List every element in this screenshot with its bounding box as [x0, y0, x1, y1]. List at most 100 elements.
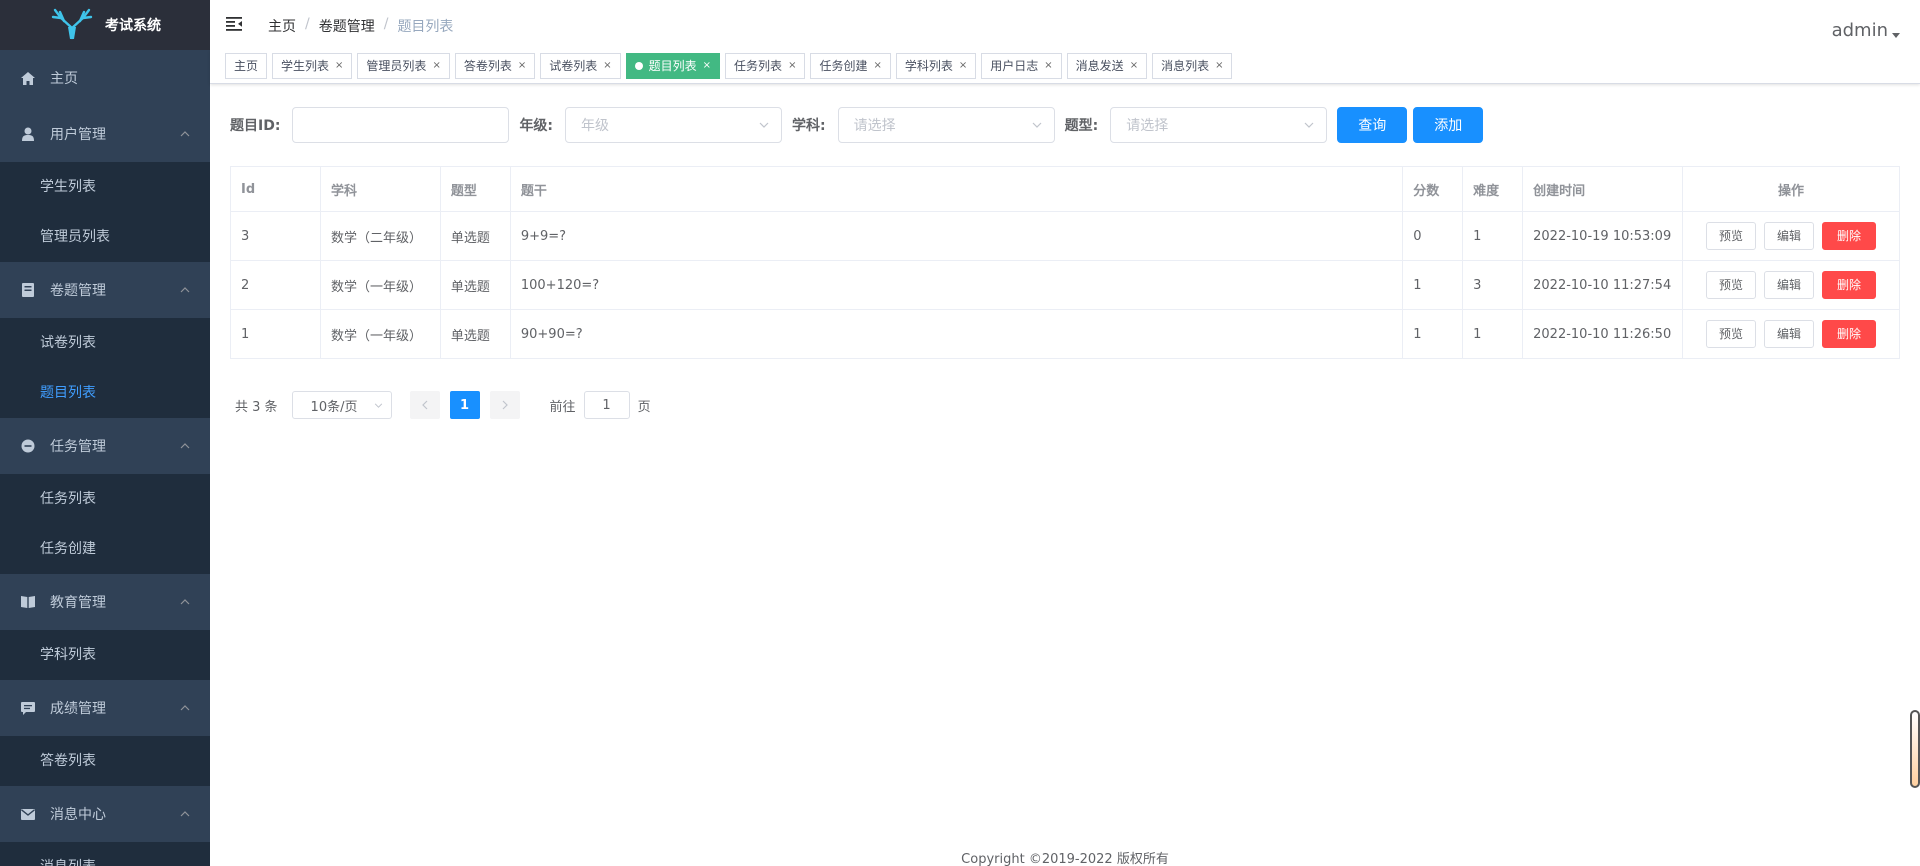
- col-header-id: Id: [230, 166, 321, 212]
- user-menu[interactable]: admin: [1832, 20, 1888, 41]
- menu-paper-management[interactable]: 卷题管理: [0, 262, 210, 318]
- preview-button[interactable]: 预览: [1706, 222, 1757, 250]
- page-number-current[interactable]: 1: [449, 391, 480, 419]
- cell-stem: 100+120=?: [509, 260, 1404, 310]
- subject-select[interactable]: 请选择: [837, 107, 1055, 143]
- chevron-up-icon: [180, 443, 190, 449]
- table-row: 1 数学（一年级） 单选题 90+90=? 1 1 2022-10-10 11:…: [230, 309, 1900, 359]
- goto-suffix: 页: [637, 399, 651, 415]
- tag-student-list[interactable]: 学生列表 ×: [272, 53, 353, 79]
- edit-button[interactable]: 编辑: [1764, 320, 1815, 348]
- goto-page-input[interactable]: 1: [583, 391, 630, 419]
- tag-label: 题目列表: [648, 59, 697, 73]
- tag-message-list[interactable]: 消息列表 ×: [1152, 53, 1233, 79]
- chevron-down-icon: [1032, 122, 1042, 128]
- close-icon[interactable]: ×: [603, 54, 611, 78]
- cell-id: 2: [230, 260, 321, 310]
- cell-score: 1: [1402, 260, 1464, 310]
- sidebar-item-answer-sheet-list[interactable]: 答卷列表: [0, 736, 210, 786]
- tag-label: 用户日志: [990, 59, 1039, 73]
- tag-label: 学生列表: [281, 59, 330, 73]
- close-icon[interactable]: ×: [518, 54, 526, 78]
- tag-home[interactable]: 主页: [225, 53, 268, 79]
- home-icon: [20, 70, 36, 86]
- close-icon[interactable]: ×: [873, 54, 881, 78]
- sidebar-item-admin-list[interactable]: 管理员列表: [0, 212, 210, 262]
- filter-form: 题目ID: 年级: 年级 学科: 请选择 题型: 请选择 查询 添加: [230, 105, 1900, 145]
- tag-message-send[interactable]: 消息发送 ×: [1066, 53, 1148, 79]
- breadcrumb-current: 题目列表: [397, 19, 454, 35]
- tag-task-create[interactable]: 任务创建 ×: [810, 53, 891, 79]
- sidebar-item-subject-list[interactable]: 学科列表: [0, 630, 210, 680]
- sidebar-item-message-list[interactable]: 消息列表: [0, 842, 210, 866]
- sidebar-item-question-list[interactable]: 题目列表: [0, 368, 210, 418]
- tag-task-list[interactable]: 任务列表 ×: [725, 53, 806, 79]
- subject-label: 学科:: [792, 118, 826, 134]
- submenu-user-management: 学生列表 管理员列表: [0, 162, 210, 262]
- sidebar-item-task-create[interactable]: 任务创建: [0, 524, 210, 574]
- delete-button[interactable]: 删除: [1822, 320, 1877, 348]
- table-header-row: Id 学科 题型 题干 分数 难度 创建时间 操作: [230, 166, 1900, 212]
- grade-label: 年级:: [519, 118, 554, 134]
- delete-button[interactable]: 删除: [1822, 271, 1877, 299]
- close-icon[interactable]: ×: [703, 54, 711, 78]
- cell-subject: 数学（一年级）: [319, 309, 441, 359]
- menu-message-center[interactable]: 消息中心: [0, 786, 210, 842]
- delete-button[interactable]: 删除: [1822, 222, 1877, 250]
- sidebar-item-paper-list[interactable]: 试卷列表: [0, 318, 210, 368]
- preview-button[interactable]: 预览: [1706, 320, 1757, 348]
- close-icon[interactable]: ×: [1130, 54, 1138, 78]
- breadcrumb-home[interactable]: 主页: [268, 16, 296, 36]
- edit-button[interactable]: 编辑: [1764, 271, 1815, 299]
- close-icon[interactable]: ×: [1044, 54, 1052, 78]
- cell-difficulty: 1: [1462, 211, 1524, 261]
- chevron-up-icon: [180, 599, 190, 605]
- tag-user-log[interactable]: 用户日志 ×: [981, 53, 1062, 79]
- question-id-input[interactable]: [292, 107, 510, 143]
- breadcrumb-paper-management[interactable]: 卷题管理: [319, 16, 375, 36]
- sidebar-item-student-list[interactable]: 学生列表: [0, 162, 210, 212]
- preview-button[interactable]: 预览: [1706, 271, 1757, 299]
- close-icon[interactable]: ×: [335, 54, 343, 78]
- add-button[interactable]: 添加: [1413, 107, 1484, 143]
- query-button[interactable]: 查询: [1337, 107, 1408, 143]
- prev-page-button[interactable]: [409, 391, 440, 419]
- menu-education-management[interactable]: 教育管理: [0, 574, 210, 630]
- menu-home[interactable]: 主页: [0, 50, 210, 106]
- edit-button[interactable]: 编辑: [1764, 222, 1815, 250]
- grade-select[interactable]: 年级: [565, 107, 783, 143]
- menu-education-management-label: 教育管理: [50, 595, 106, 611]
- hamburger-icon[interactable]: [226, 17, 242, 31]
- table-row: 2 数学（一年级） 单选题 100+120=? 1 3 2022-10-10 1…: [230, 260, 1900, 310]
- tag-admin-list[interactable]: 管理员列表 ×: [357, 53, 450, 79]
- next-page-button[interactable]: [489, 391, 520, 419]
- tag-answer-sheet-list[interactable]: 答卷列表 ×: [454, 53, 536, 79]
- menu-task-management[interactable]: 任务管理: [0, 418, 210, 474]
- caret-down-icon[interactable]: [1892, 33, 1900, 38]
- page-size-select[interactable]: 10条/页: [291, 391, 392, 419]
- cell-subject: 数学（二年级）: [319, 211, 441, 261]
- chevron-left-icon: [421, 400, 427, 410]
- close-icon[interactable]: ×: [788, 54, 796, 78]
- tag-paper-list[interactable]: 试卷列表 ×: [540, 53, 621, 79]
- submenu-message-center: 消息列表: [0, 842, 210, 866]
- cell-created: 2022-10-10 11:27:54: [1522, 260, 1684, 310]
- logo[interactable]: 考试系统: [0, 0, 210, 50]
- tag-subject-list[interactable]: 学科列表 ×: [895, 53, 977, 79]
- sidebar-item-task-list[interactable]: 任务列表: [0, 474, 210, 524]
- type-select[interactable]: 请选择: [1110, 107, 1328, 143]
- tag-question-list[interactable]: 题目列表 ×: [625, 53, 721, 79]
- goto-prefix: 前往: [549, 399, 576, 415]
- education-icon: [20, 594, 36, 610]
- submenu-score-management: 答卷列表: [0, 736, 210, 786]
- close-icon[interactable]: ×: [432, 54, 440, 78]
- close-icon[interactable]: ×: [1215, 54, 1223, 78]
- close-icon[interactable]: ×: [959, 54, 967, 78]
- question-id-label: 题目ID:: [230, 118, 281, 134]
- score-icon: [20, 700, 36, 716]
- menu-score-management[interactable]: 成绩管理: [0, 680, 210, 736]
- menu-user-management-label: 用户管理: [50, 127, 106, 143]
- menu-user-management[interactable]: 用户管理: [0, 106, 210, 162]
- breadcrumb: 主页 / 卷题管理 / 题目列表: [268, 16, 453, 36]
- scrollbar-thumb[interactable]: [1910, 710, 1920, 788]
